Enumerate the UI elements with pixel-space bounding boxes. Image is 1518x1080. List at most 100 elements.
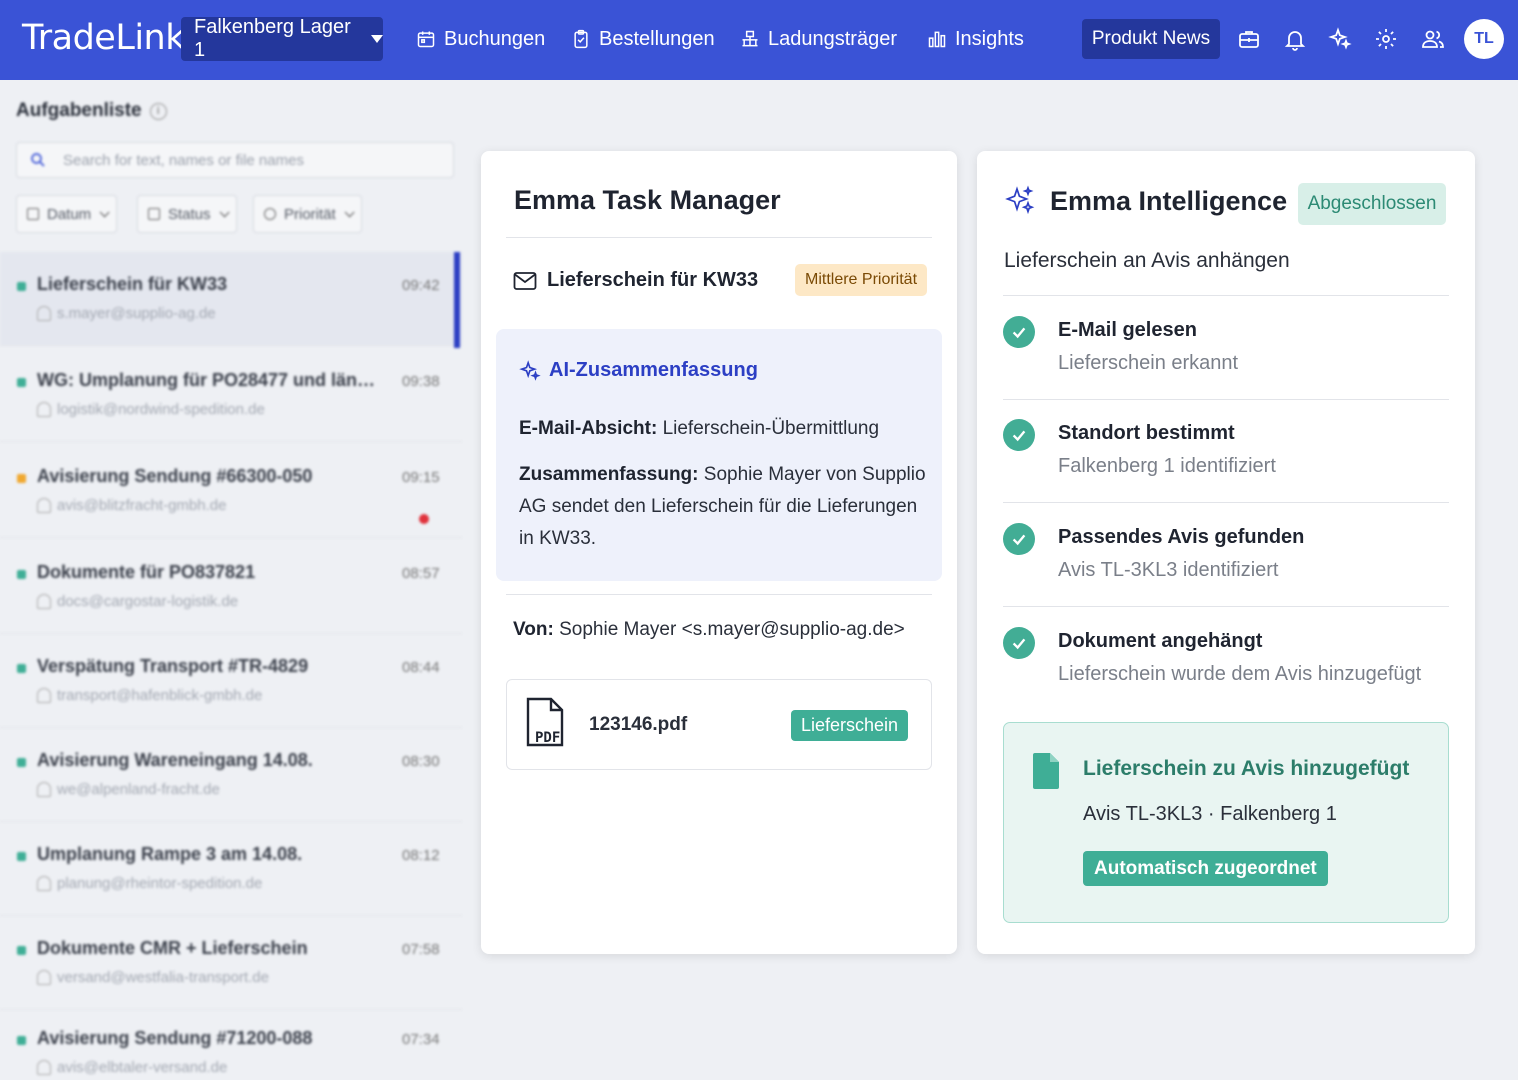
list-item[interactable]: Umplanung Rampe 3 am 14.08. 08:12 planung@… [0, 822, 462, 916]
svg-text:PDF: PDF [535, 730, 560, 746]
list-item-subject: Dokumente für PO837821 [37, 562, 256, 582]
nav-item-insights[interactable]: Insights [927, 24, 1024, 54]
intelligence-card: Emma Intelligence Abgeschlossen Liefersc… [977, 151, 1475, 954]
list-item[interactable]: Dokumente CMR + Lieferschein 07:58 versand… [0, 916, 462, 1010]
auto-assigned-button[interactable]: Automatisch zugeordnet [1083, 851, 1328, 886]
list-item-sender-text: transport@hafenblick-gmbh.de [57, 687, 263, 704]
priority-dot [17, 474, 26, 483]
unread-indicator [419, 514, 429, 524]
list-item-sender-text: we@alpenland-fracht.de [57, 781, 220, 798]
status-badge: Abgeschlossen [1298, 183, 1446, 225]
nav-item-label: Bestellungen [599, 27, 715, 50]
attachment-item[interactable]: PDF 123146.pdf Lieferschein [506, 679, 932, 770]
user-icon [37, 594, 51, 609]
check-circle-icon [1003, 419, 1035, 451]
email-intent: E-Mail-Absicht: Lieferschein-Übermittlun… [519, 413, 929, 445]
location-select[interactable]: Falkenberg Lager 1 [181, 16, 383, 61]
result-subtitle: Avis TL-3KL3 · Falkenberg 1 [1083, 803, 1337, 825]
product-news-button[interactable]: Produkt News [1082, 19, 1220, 59]
list-item-subject: Verspätung Transport #TR-4829 [37, 656, 309, 676]
clipboard-check-icon [574, 29, 588, 49]
list-item-sender-text: avis@elbtaler-versand.de [57, 1059, 228, 1076]
list-item-subject: Avisierung Sendung #71200-088 [37, 1028, 313, 1048]
list-item[interactable]: Avisierung Sendung #66300-050 09:15 avis@b… [0, 444, 462, 538]
document-icon [1033, 753, 1059, 789]
task-list-title-text: Aufgabenliste [16, 100, 142, 121]
filter-prioritaet[interactable]: Priorität [253, 195, 362, 233]
app-logo[interactable]: TradeLink [22, 18, 186, 58]
calendar-icon [417, 31, 435, 48]
list-item-sender: avis@blitzfracht-gmbh.de [37, 497, 226, 514]
list-item-sender: we@alpenland-fracht.de [37, 781, 220, 798]
intelligence-header: Emma Intelligence [1004, 185, 1287, 217]
list-item-sender-text: avis@blitzfracht-gmbh.de [57, 497, 227, 514]
step-description: Falkenberg 1 identifiziert [1058, 455, 1276, 477]
info-icon[interactable]: i [149, 102, 167, 120]
list-item-subject: Dokumente CMR + Lieferschein [37, 938, 308, 958]
step-title: Dokument angehängt [1058, 630, 1263, 652]
list-item-sender-text: s.mayer@supplio-ag.de [57, 305, 216, 322]
users-icon[interactable] [1421, 27, 1445, 51]
list-item-time: 08:12 [402, 847, 440, 864]
nav-item-buchungen[interactable]: Buchungen [416, 24, 545, 54]
step-description: Lieferschein erkannt [1058, 352, 1239, 374]
avatar[interactable]: TL [1464, 19, 1504, 59]
divider [1003, 606, 1449, 607]
pdf-file-icon: PDF [526, 697, 564, 747]
list-item-sender: s.mayer@supplio-ag.de [37, 305, 216, 322]
priority-dot [17, 1036, 26, 1045]
task-list-panel: Aufgabenliste i Search for text, names o… [0, 80, 462, 1080]
filter-status[interactable]: Status [137, 195, 237, 233]
list-item[interactable]: Verspätung Transport #TR-4829 08:44 transp… [0, 634, 462, 728]
sparkle-icon[interactable] [1328, 27, 1352, 51]
email-intent-value: Lieferschein-Übermittlung [662, 418, 880, 439]
list-item-sender: planung@rheintor-spedition.de [37, 875, 262, 892]
divider [506, 594, 932, 595]
list-item[interactable]: Lieferschein für KW33 09:42 s.mayer@suppli… [0, 252, 462, 348]
priority-dot [17, 282, 26, 291]
mail-icon [513, 271, 537, 290]
user-icon [37, 970, 51, 985]
list-item-time: 08:57 [402, 565, 440, 582]
sparkle-icon [519, 359, 541, 381]
filter-datum[interactable]: Datum [16, 195, 118, 233]
list-item[interactable]: Avisierung Sendung #71200-088 07:34 avis@e… [0, 1006, 462, 1080]
task-manager-card: Emma Task Manager Lieferschein für KW33 … [481, 151, 957, 954]
list-item-sender-text: planung@rheintor-spedition.de [57, 875, 263, 892]
nav-item-label: Ladungsträger [768, 27, 897, 50]
bell-icon[interactable] [1283, 27, 1307, 51]
email-from-value: Sophie Mayer <s.mayer@supplio-ag.de> [559, 619, 905, 640]
nav-item-bestellungen[interactable]: Bestellungen [571, 24, 715, 54]
briefcase-icon[interactable] [1237, 27, 1261, 51]
user-icon [37, 306, 51, 321]
gear-icon[interactable] [1374, 27, 1398, 51]
search-input[interactable]: Search for text, names or file names [16, 142, 454, 178]
pallet-icon [742, 30, 758, 47]
priority-dot [17, 570, 26, 579]
user-icon [37, 1060, 51, 1075]
nav-item-label: Insights [955, 27, 1024, 50]
list-item-sender-text: docs@cargostar-logistik.de [57, 593, 239, 610]
email-intent-label: E-Mail-Absicht: [519, 418, 658, 439]
result-box: Lieferschein zu Avis hinzugefügt Avis TL… [1003, 722, 1449, 923]
list-item[interactable]: Dokumente für PO837821 08:57 docs@cargosta… [0, 540, 462, 634]
list-item[interactable]: Avisierung Wareneingang 14.08. 08:30 we@al… [0, 728, 462, 822]
list-item[interactable]: WG: Umplanung für PO28477 und länger... 0… [0, 348, 462, 442]
filter-label: Status [168, 205, 211, 223]
list-item-subject: Umplanung Rampe 3 am 14.08. [37, 844, 303, 864]
filter-label: Datum [47, 205, 92, 223]
list-item-sender: docs@cargostar-logistik.de [37, 593, 238, 610]
status-icon [148, 208, 160, 220]
list-item-sender-text: versand@westfalia-transport.de [57, 969, 269, 986]
attachment-filename: 123146.pdf [589, 714, 688, 735]
check-circle-icon [1003, 523, 1035, 555]
list-item-time: 09:15 [402, 469, 440, 486]
list-item-time: 09:38 [402, 373, 440, 390]
check-circle-icon [1003, 627, 1035, 659]
list-item-time: 08:30 [402, 753, 440, 770]
user-icon [37, 402, 51, 417]
list-item-sender-text: logistik@nordwind-spedition.de [57, 401, 265, 418]
nav-item-ladungstraeger[interactable]: Ladungsträger [740, 24, 897, 54]
priority-dot [17, 758, 26, 767]
email-from-label: Von: [513, 619, 554, 640]
